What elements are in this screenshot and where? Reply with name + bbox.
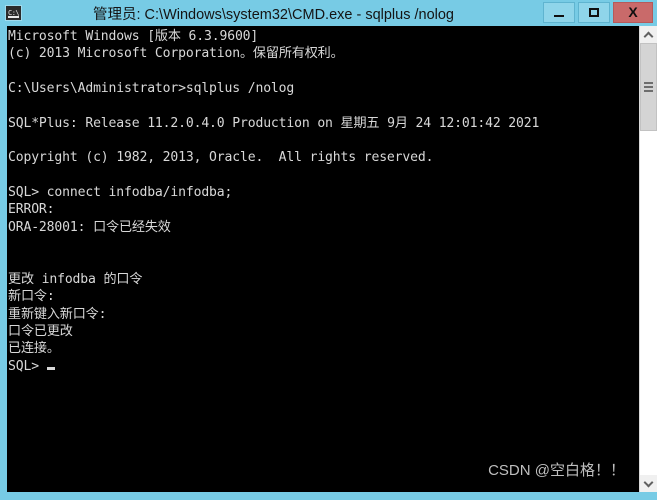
console-line: 口令已更改 [8,323,73,339]
console-line: SQL*Plus: Release 11.2.0.4.0 Production … [8,115,540,131]
console-line: 重新键入新口令: [8,306,107,322]
console-line: Microsoft Windows [版本 6.3.9600] [8,29,259,44]
console-line: (c) 2013 Microsoft Corporation。保留所有权利。 [8,46,344,62]
scrollbar-grip-icon [643,82,653,94]
cmd-icon-underline [8,16,19,18]
console-output-area[interactable]: Microsoft Windows [版本 6.3.9600] (c) 2013 … [7,26,639,492]
console-line: C:\Users\Administrator>sqlplus /nolog [8,81,295,97]
chevron-up-icon [643,31,653,41]
console-text: Microsoft Windows [版本 6.3.9600] (c) 2013 … [8,28,639,375]
console-line: ORA-28001: 口令已经失效 [8,219,171,235]
console-scrollbar[interactable] [639,26,657,492]
close-button[interactable]: X [613,2,653,23]
console-line: ERROR: [8,202,55,218]
console-line: SQL> [8,358,639,375]
close-icon: X [628,4,638,20]
console-line: SQL> connect infodba/infodba; [8,185,233,201]
console-line: 更改 infodba 的口令 [8,271,143,287]
scroll-up-arrow-icon[interactable] [640,26,657,43]
minimize-button[interactable] [543,2,575,23]
window-controls: X [543,2,653,23]
text-cursor [46,366,55,370]
cmd-console-icon: C:\ [5,5,22,21]
window-body: Microsoft Windows [版本 6.3.9600] (c) 2013 … [0,26,657,500]
maximize-icon [589,7,599,17]
title-bar[interactable]: C:\ 管理员: C:\Windows\system32\CMD.exe - s… [0,0,657,26]
maximize-button[interactable] [578,2,610,23]
scroll-down-arrow-icon[interactable] [640,475,657,492]
console-line: Copyright (c) 1982, 2013, Oracle. All ri… [8,150,434,166]
chevron-down-icon [643,477,653,487]
csdn-watermark: CSDN @空白格！！ [488,462,625,479]
minimize-icon [554,14,564,17]
scrollbar-track[interactable] [640,43,657,475]
cmd-window: C:\ 管理员: C:\Windows\system32\CMD.exe - s… [0,0,657,500]
console-line: 已连接。 [8,341,60,357]
console-line: 新口令: [8,289,55,305]
scrollbar-thumb[interactable] [640,43,657,131]
